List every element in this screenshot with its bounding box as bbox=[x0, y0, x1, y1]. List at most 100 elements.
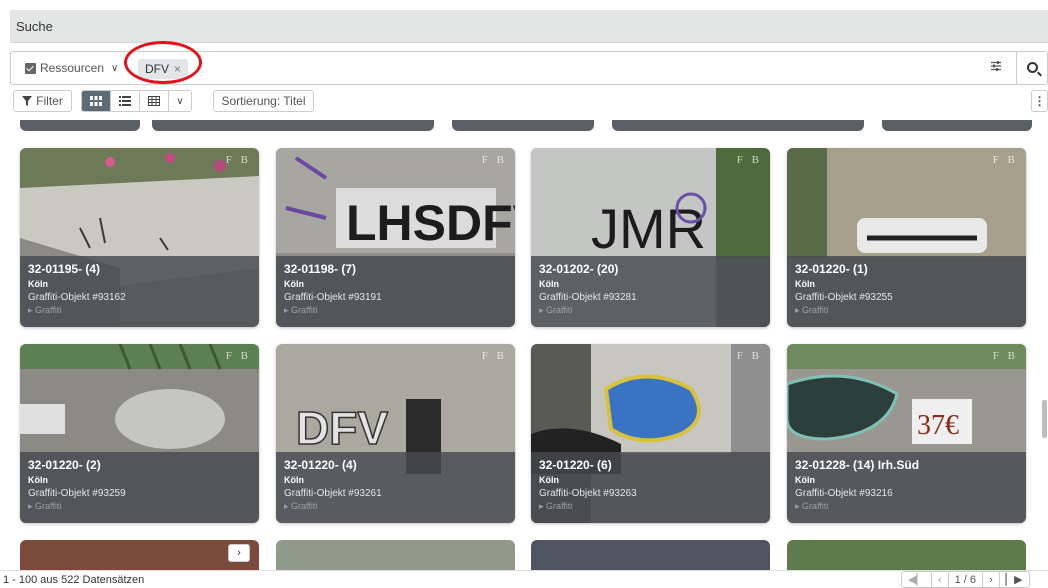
resource-type-label: Ressourcen bbox=[40, 61, 105, 75]
card-category-label: Graffiti bbox=[291, 501, 318, 511]
svg-text:JMR: JMR bbox=[591, 197, 706, 260]
next-row-card[interactable] bbox=[20, 540, 259, 570]
card-category-label: Graffiti bbox=[35, 501, 62, 511]
card-category: ▸ Graffiti bbox=[28, 501, 62, 511]
vertical-dots-icon: ⋮ bbox=[1033, 94, 1046, 108]
card-title: 32-01220- (4) bbox=[284, 458, 357, 472]
first-page-icon[interactable]: ◀▏ bbox=[902, 572, 932, 587]
card-object: Graffiti-Objekt #93259 bbox=[28, 488, 126, 499]
card-city: Köln bbox=[284, 279, 304, 289]
next-arrow-button[interactable]: › bbox=[228, 544, 250, 562]
sort-button[interactable]: Sortierung: Titel bbox=[213, 90, 314, 112]
result-card[interactable]: DFV F B 32-01220- (4) Köln Graffiti-Obje… bbox=[276, 344, 515, 523]
search-button[interactable] bbox=[1016, 52, 1048, 84]
next-row-card[interactable] bbox=[531, 540, 770, 570]
title-bar: Suche bbox=[10, 10, 1048, 43]
previous-row-card[interactable] bbox=[20, 120, 140, 131]
card-badge: F B bbox=[481, 154, 507, 166]
card-object: Graffiti-Objekt #93216 bbox=[795, 488, 893, 499]
previous-page-icon[interactable]: ‹ bbox=[932, 572, 949, 587]
previous-row-card[interactable] bbox=[612, 120, 864, 131]
card-object: Graffiti-Objekt #93261 bbox=[284, 488, 382, 499]
grid-view-button[interactable] bbox=[82, 91, 111, 111]
card-badge: F B bbox=[225, 350, 251, 362]
svg-text:LHSDFV: LHSDFV bbox=[346, 195, 515, 251]
card-category: ▸ Graffiti bbox=[284, 501, 318, 511]
card-badge: F B bbox=[225, 154, 251, 166]
grid-icon bbox=[90, 96, 102, 106]
page-indicator: 1 / 6 bbox=[949, 572, 983, 587]
card-object: Graffiti-Objekt #93162 bbox=[28, 292, 126, 303]
table-view-button[interactable] bbox=[140, 91, 169, 111]
card-badge: F B bbox=[992, 154, 1018, 166]
result-card[interactable]: F B 32-01220- (2) Köln Graffiti-Objekt #… bbox=[20, 344, 259, 523]
card-category-label: Graffiti bbox=[291, 305, 318, 315]
card-category: ▸ Graffiti bbox=[284, 305, 318, 315]
results-grid: F B 32-01195- (4) Köln Graffiti-Objekt #… bbox=[10, 120, 1040, 570]
card-object: Graffiti-Objekt #93281 bbox=[539, 292, 637, 303]
app-window: Suche Ressourcen ∨ DFV × Filter ∨ Sortie… bbox=[0, 0, 1048, 588]
card-overlay: 32-01228- (14) Irh.Süd Köln Graffiti-Obj… bbox=[787, 452, 1026, 523]
chevron-right-icon: › bbox=[237, 547, 241, 559]
card-category-label: Graffiti bbox=[546, 305, 573, 315]
card-city: Köln bbox=[28, 475, 48, 485]
more-options-button[interactable]: ⋮ bbox=[1031, 90, 1048, 112]
result-card[interactable]: F B 32-01195- (4) Köln Graffiti-Objekt #… bbox=[20, 148, 259, 327]
filter-label: Filter bbox=[36, 94, 63, 108]
card-badge: F B bbox=[736, 350, 762, 362]
card-city: Köln bbox=[284, 475, 304, 485]
card-category: ▸ Graffiti bbox=[28, 305, 62, 315]
card-city: Köln bbox=[795, 279, 815, 289]
result-card[interactable]: LHSDFV F B 32-01198- (7) Köln Graffiti-O… bbox=[276, 148, 515, 327]
result-card[interactable]: 37€ F B 32-01228- (14) Irh.Süd Köln Graf… bbox=[787, 344, 1026, 523]
card-city: Köln bbox=[28, 279, 48, 289]
card-overlay: 32-01198- (7) Köln Graffiti-Objekt #9319… bbox=[276, 256, 515, 327]
card-title: 32-01202- (20) bbox=[539, 262, 619, 276]
card-title: 32-01228- (14) Irh.Süd bbox=[795, 458, 920, 472]
card-category-label: Graffiti bbox=[35, 305, 62, 315]
next-page-icon[interactable]: › bbox=[983, 572, 1000, 587]
card-category: ▸ Graffiti bbox=[795, 305, 829, 315]
card-object: Graffiti-Objekt #93191 bbox=[284, 292, 382, 303]
scrollbar-thumb[interactable] bbox=[1042, 400, 1047, 438]
card-city: Köln bbox=[539, 475, 559, 485]
card-title: 32-01220- (2) bbox=[28, 458, 101, 472]
card-category-label: Graffiti bbox=[802, 501, 829, 511]
card-overlay: 32-01220- (4) Köln Graffiti-Objekt #9326… bbox=[276, 452, 515, 523]
next-row-card[interactable] bbox=[787, 540, 1026, 570]
previous-row-card[interactable] bbox=[882, 120, 1032, 131]
result-card[interactable]: JMR F B 32-01202- (20) Köln Graffiti-Obj… bbox=[531, 148, 770, 327]
list-icon bbox=[119, 96, 131, 106]
filter-button[interactable]: Filter bbox=[13, 90, 72, 112]
card-badge: F B bbox=[736, 154, 762, 166]
settings-sliders-icon[interactable] bbox=[990, 59, 1002, 75]
resource-type-dropdown[interactable]: Ressourcen ∨ bbox=[25, 61, 118, 75]
svg-text:37€: 37€ bbox=[917, 410, 959, 441]
card-overlay: 32-01195- (4) Köln Graffiti-Objekt #9316… bbox=[20, 256, 259, 327]
filter-icon bbox=[22, 96, 33, 106]
card-overlay: 32-01202- (20) Köln Graffiti-Objekt #932… bbox=[531, 256, 770, 327]
view-options-dropdown[interactable]: ∨ bbox=[169, 91, 191, 111]
card-category: ▸ Graffiti bbox=[795, 501, 829, 511]
last-page-icon[interactable]: ▏▶ bbox=[1000, 572, 1029, 587]
next-row-card[interactable] bbox=[276, 540, 515, 570]
card-title: 32-01195- (4) bbox=[28, 262, 101, 276]
highlight-annotation bbox=[124, 41, 202, 84]
svg-text:DFV: DFV bbox=[296, 402, 388, 454]
card-title: 32-01198- (7) bbox=[284, 262, 357, 276]
card-title: 32-01220- (1) bbox=[795, 262, 868, 276]
card-city: Köln bbox=[795, 475, 815, 485]
card-category-label: Graffiti bbox=[802, 305, 829, 315]
card-overlay: 32-01220- (1) Köln Graffiti-Objekt #9325… bbox=[787, 256, 1026, 327]
checkbox-icon bbox=[25, 62, 36, 74]
previous-row-card[interactable] bbox=[452, 120, 594, 131]
record-count: 1 - 100 aus 522 Datensätzen bbox=[3, 574, 145, 586]
chevron-down-icon: ∨ bbox=[176, 95, 184, 107]
chevron-down-icon: ∨ bbox=[111, 62, 119, 74]
result-card[interactable]: F B 32-01220- (1) Köln Graffiti-Objekt #… bbox=[787, 148, 1026, 327]
previous-row-card[interactable] bbox=[152, 120, 434, 131]
list-view-button[interactable] bbox=[111, 91, 140, 111]
result-card[interactable]: F B 32-01220- (6) Köln Graffiti-Objekt #… bbox=[531, 344, 770, 523]
toolbar: Filter ∨ Sortierung: Titel ⋮ bbox=[10, 90, 1048, 112]
card-city: Köln bbox=[539, 279, 559, 289]
